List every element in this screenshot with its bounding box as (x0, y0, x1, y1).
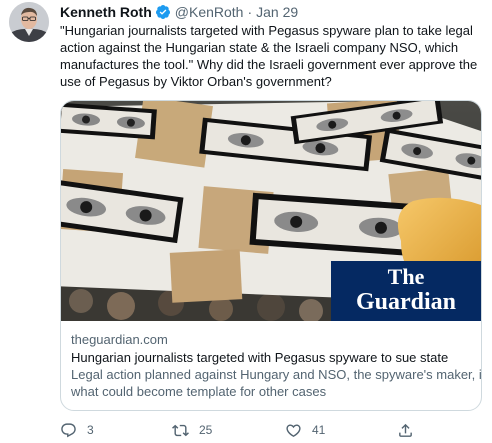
guardian-logo-line2: Guardian (356, 289, 456, 315)
tweet-text: "Hungarian journalists targeted with Peg… (60, 22, 482, 90)
reply-count: 3 (87, 423, 94, 437)
guardian-logo-line1: The (388, 264, 425, 289)
tweet-text-line: action against the Hungarian state & the… (60, 40, 459, 55)
like-icon (286, 423, 301, 437)
tweet[interactable]: Kenneth Roth @KenRoth · Jan 29 "Hungaria… (0, 0, 492, 443)
retweet-count: 25 (199, 423, 213, 437)
share-icon (399, 423, 412, 437)
like-count: 41 (312, 423, 326, 437)
link-card-domain: theguardian.com (71, 332, 168, 347)
link-card-description: Legal action planned against Hungary and… (71, 366, 482, 400)
tweet-date[interactable]: Jan 29 (256, 3, 298, 21)
reply-button[interactable]: 3 (60, 420, 94, 440)
link-card[interactable]: The Guardian theguardian.com Hungarian j… (60, 100, 482, 411)
separator-dot: · (247, 4, 253, 20)
tweet-text-line: use of Pegasus by Viktor Orban's governm… (60, 74, 332, 89)
reply-icon (61, 422, 76, 437)
verified-badge-icon (155, 4, 171, 20)
share-button[interactable] (397, 420, 424, 440)
link-card-description-line: what could become template for other cas… (71, 384, 327, 399)
link-card-image[interactable]: The Guardian (61, 101, 481, 321)
like-button[interactable]: 41 (285, 420, 325, 440)
retweet-icon (172, 424, 189, 436)
retweet-button[interactable]: 25 (172, 420, 212, 440)
author-handle[interactable]: @KenRoth (175, 3, 244, 21)
link-card-meta[interactable]: theguardian.com Hungarian journalists ta… (71, 331, 482, 400)
avatar[interactable] (9, 2, 49, 42)
link-card-title: Hungarian journalists targeted with Pega… (71, 350, 449, 365)
tweet-actions: 3 25 41 (60, 420, 480, 440)
tweet-text-line: "Hungarian journalists targeted with Peg… (60, 23, 473, 38)
tweet-header: Kenneth Roth @KenRoth · Jan 29 (60, 3, 298, 21)
link-card-description-line: Legal action planned against Hungary and… (71, 367, 482, 382)
tweet-text-line: manufactures the tool." Why did the Isra… (60, 57, 478, 72)
author-name[interactable]: Kenneth Roth (60, 3, 152, 21)
